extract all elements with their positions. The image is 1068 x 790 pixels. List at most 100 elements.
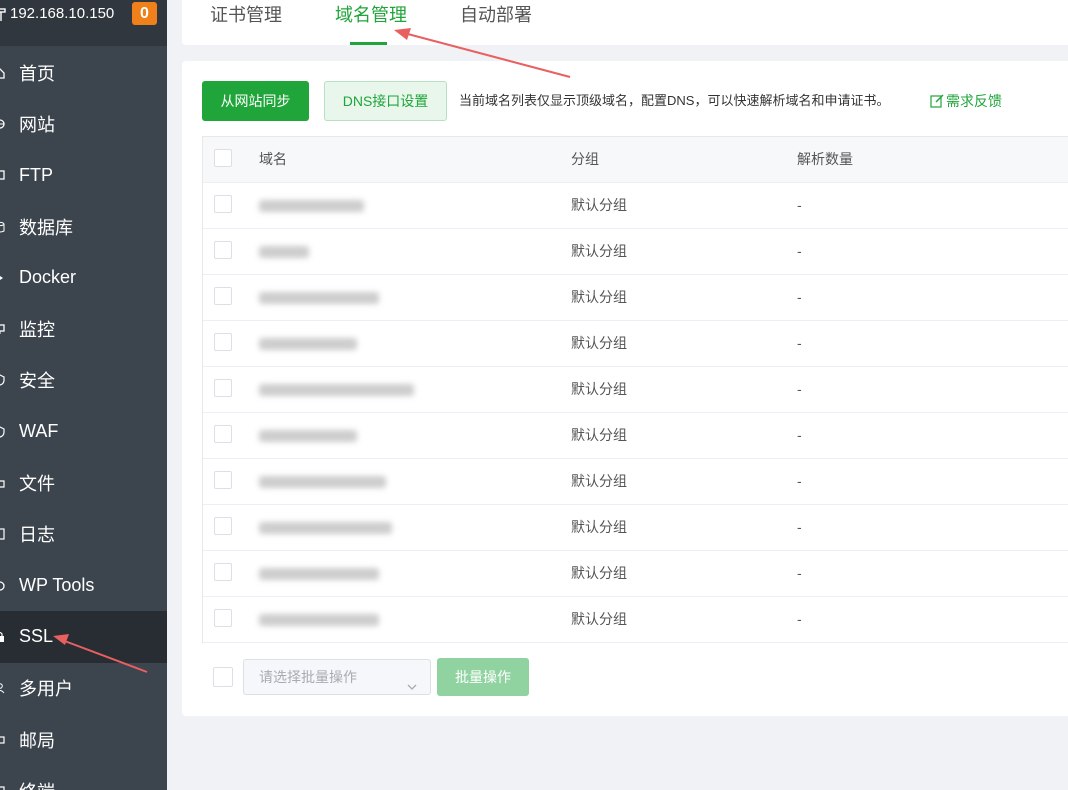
redacted-domain [259, 430, 357, 442]
row-checkbox[interactable] [214, 287, 232, 305]
table-row[interactable]: 默认分组 - [203, 229, 1068, 275]
server-header[interactable]: 192.168.10.150 0 [0, 0, 167, 46]
row-checkbox[interactable] [214, 379, 232, 397]
mail-icon [0, 733, 6, 747]
table-row[interactable]: 默认分组 - [203, 275, 1068, 321]
chevron-down-icon [406, 671, 418, 690]
sidebar-item-安全[interactable]: 安全 [0, 355, 167, 406]
table-row[interactable]: 默认分组 - [203, 413, 1068, 459]
sidebar-item-label: 文件 [19, 474, 55, 495]
select-all-checkbox[interactable] [214, 149, 232, 167]
table-row[interactable]: 默认分组 - [203, 321, 1068, 367]
active-tab-indicator [350, 42, 387, 45]
row-checkbox[interactable] [214, 471, 232, 489]
server-icon [0, 8, 6, 22]
folder-icon [0, 476, 6, 490]
record-count: - [797, 565, 802, 581]
row-checkbox[interactable] [214, 609, 232, 627]
sidebar-item-文件[interactable]: 文件 [0, 457, 167, 508]
sidebar-item-多用户[interactable]: 多用户 [0, 663, 167, 714]
sidebar-item-label: 多用户 [19, 679, 73, 700]
batch-select-placeholder: 请选择批量操作 [259, 669, 357, 685]
header-record-count: 解析数量 [797, 151, 853, 167]
feedback-label: 需求反馈 [946, 93, 1002, 109]
server-ip: 192.168.10.150 [10, 5, 115, 22]
sidebar-item-ftp[interactable]: FTP [0, 150, 167, 201]
sidebar-item-docker[interactable]: Docker [0, 252, 167, 303]
group-name: 默认分组 [571, 243, 627, 259]
table-row[interactable]: 默认分组 - [203, 551, 1068, 597]
record-count: - [797, 519, 802, 535]
record-count: - [797, 335, 802, 351]
domain-list-hint: 当前域名列表仅显示顶级域名，配置DNS，可以快速解析域名和申请证书。 [459, 93, 890, 108]
row-checkbox[interactable] [214, 241, 232, 259]
redacted-domain [259, 292, 379, 304]
row-checkbox[interactable] [214, 333, 232, 351]
table-row[interactable]: 默认分组 - [203, 367, 1068, 413]
sidebar-item-label: Docker [19, 267, 77, 288]
redacted-domain [259, 568, 379, 580]
tab-auto-deploy[interactable]: 自动部署 [460, 0, 532, 45]
batch-operation-select[interactable]: 请选择批量操作 [243, 659, 431, 695]
home-icon [0, 66, 6, 80]
record-count: - [797, 197, 802, 213]
sidebar-item-数据库[interactable]: 数据库 [0, 201, 167, 252]
sidebar-item-label: WP Tools [19, 575, 95, 596]
redacted-domain [259, 522, 392, 534]
row-checkbox[interactable] [214, 425, 232, 443]
sidebar-item-监控[interactable]: 监控 [0, 303, 167, 354]
record-count: - [797, 427, 802, 443]
row-checkbox[interactable] [214, 517, 232, 535]
sidebar-item-label: 安全 [19, 371, 55, 392]
users-icon [0, 681, 6, 695]
group-name: 默认分组 [571, 519, 627, 535]
batch-operation-button[interactable]: 批量操作 [437, 658, 529, 696]
sidebar-item-waf[interactable]: WAF [0, 406, 167, 457]
database-icon [0, 220, 6, 234]
group-name: 默认分组 [571, 381, 627, 397]
batch-select-checkbox[interactable] [213, 667, 233, 687]
sidebar-item-日志[interactable]: 日志 [0, 509, 167, 560]
sidebar-item-首页[interactable]: 首页 [0, 47, 167, 98]
group-name: 默认分组 [571, 565, 627, 581]
tab-domain-management[interactable]: 域名管理 [335, 0, 407, 45]
record-count: - [797, 611, 802, 627]
redacted-domain [259, 200, 364, 212]
sidebar-item-终端[interactable]: 终端 [0, 765, 167, 790]
record-count: - [797, 289, 802, 305]
tab-certificate-management[interactable]: 证书管理 [210, 0, 282, 45]
wordpress-icon [0, 579, 6, 593]
table-row[interactable]: 默认分组 - [203, 183, 1068, 229]
sidebar-item-label: 首页 [19, 63, 55, 84]
header-group: 分组 [571, 151, 599, 167]
sidebar-item-wp-tools[interactable]: WP Tools [0, 560, 167, 611]
sidebar-item-label: 数据库 [19, 217, 73, 238]
table-row[interactable]: 默认分组 - [203, 505, 1068, 551]
row-checkbox[interactable] [214, 563, 232, 581]
sidebar-item-label: 日志 [19, 525, 55, 546]
feedback-link[interactable]: 需求反馈 [930, 92, 1002, 110]
row-checkbox[interactable] [214, 195, 232, 213]
group-name: 默认分组 [571, 611, 627, 627]
sidebar-item-label: 网站 [19, 114, 55, 135]
table-row[interactable]: 默认分组 - [203, 459, 1068, 505]
docker-icon [0, 271, 6, 285]
record-count: - [797, 473, 802, 489]
dns-api-settings-button[interactable]: DNS接口设置 [324, 81, 447, 121]
group-name: 默认分组 [571, 427, 627, 443]
sync-from-website-button[interactable]: 从网站同步 [202, 81, 309, 121]
sidebar-item-ssl[interactable]: SSL [0, 611, 167, 663]
redacted-domain [259, 338, 357, 350]
redacted-domain [259, 614, 379, 626]
table-row[interactable]: 默认分组 - [203, 597, 1068, 643]
tab-bar: 证书管理 域名管理 自动部署 [182, 0, 1068, 45]
sidebar-item-label: FTP [19, 164, 53, 185]
record-count: - [797, 381, 802, 397]
notification-badge[interactable]: 0 [132, 2, 157, 25]
group-name: 默认分组 [571, 335, 627, 351]
sidebar-item-邮局[interactable]: 邮局 [0, 714, 167, 765]
header-domain: 域名 [259, 151, 287, 167]
redacted-domain [259, 384, 414, 396]
sidebar-item-网站[interactable]: 网站 [0, 98, 167, 149]
sidebar-item-label: WAF [19, 421, 59, 442]
